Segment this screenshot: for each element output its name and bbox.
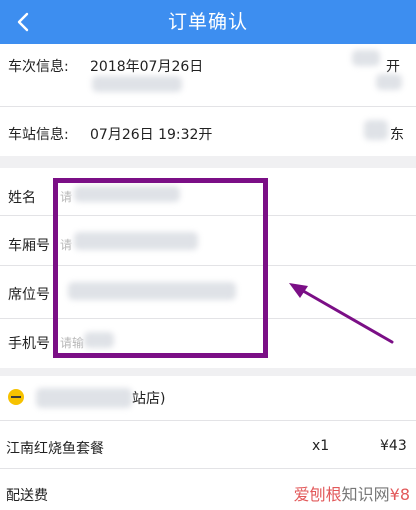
item-quantity: x1	[312, 438, 330, 454]
train-info-label: 车次信息:	[8, 59, 69, 75]
watermark-gray-text: 知识网	[341, 485, 390, 504]
train-right-redacted	[352, 50, 380, 66]
station-right-redacted	[364, 120, 388, 140]
delivery-fee-price: ¥8	[389, 485, 410, 504]
trip-info-card: 车次信息: 2018年07月26日 开 车站信息: 07月26日 19:32开 …	[0, 44, 416, 156]
train-right-partial: 开	[386, 59, 400, 75]
store-name-redacted	[36, 388, 132, 408]
train-right-redacted-2	[376, 74, 402, 90]
name-label: 姓名	[8, 190, 36, 206]
app-header: 订单确认	[0, 0, 416, 44]
train-detail-redacted	[92, 76, 182, 92]
item-divider	[0, 468, 416, 469]
store-divider	[0, 420, 416, 421]
annotation-highlight-box	[53, 178, 268, 358]
phone-label: 手机号	[8, 336, 50, 352]
site-watermark: 爱刨根知识网¥8	[294, 481, 410, 505]
station-right-partial: 东	[390, 127, 404, 143]
station-time: 07月26日 19:32开	[90, 127, 213, 143]
store-logo-icon	[8, 389, 24, 405]
seat-number-label: 席位号	[8, 287, 50, 303]
store-name-suffix: 站店)	[132, 391, 166, 407]
car-number-label: 车厢号	[8, 238, 50, 254]
delivery-fee-label: 配送费	[6, 488, 48, 504]
watermark-red-text: 爱刨根	[293, 485, 342, 504]
trip-divider	[0, 106, 416, 107]
item-price: ¥43	[380, 438, 407, 454]
page-title: 订单确认	[167, 11, 248, 33]
station-info-label: 车站信息:	[8, 127, 69, 143]
train-date: 2018年07月26日	[90, 59, 204, 75]
item-name: 江南红烧鱼套餐	[6, 441, 104, 457]
